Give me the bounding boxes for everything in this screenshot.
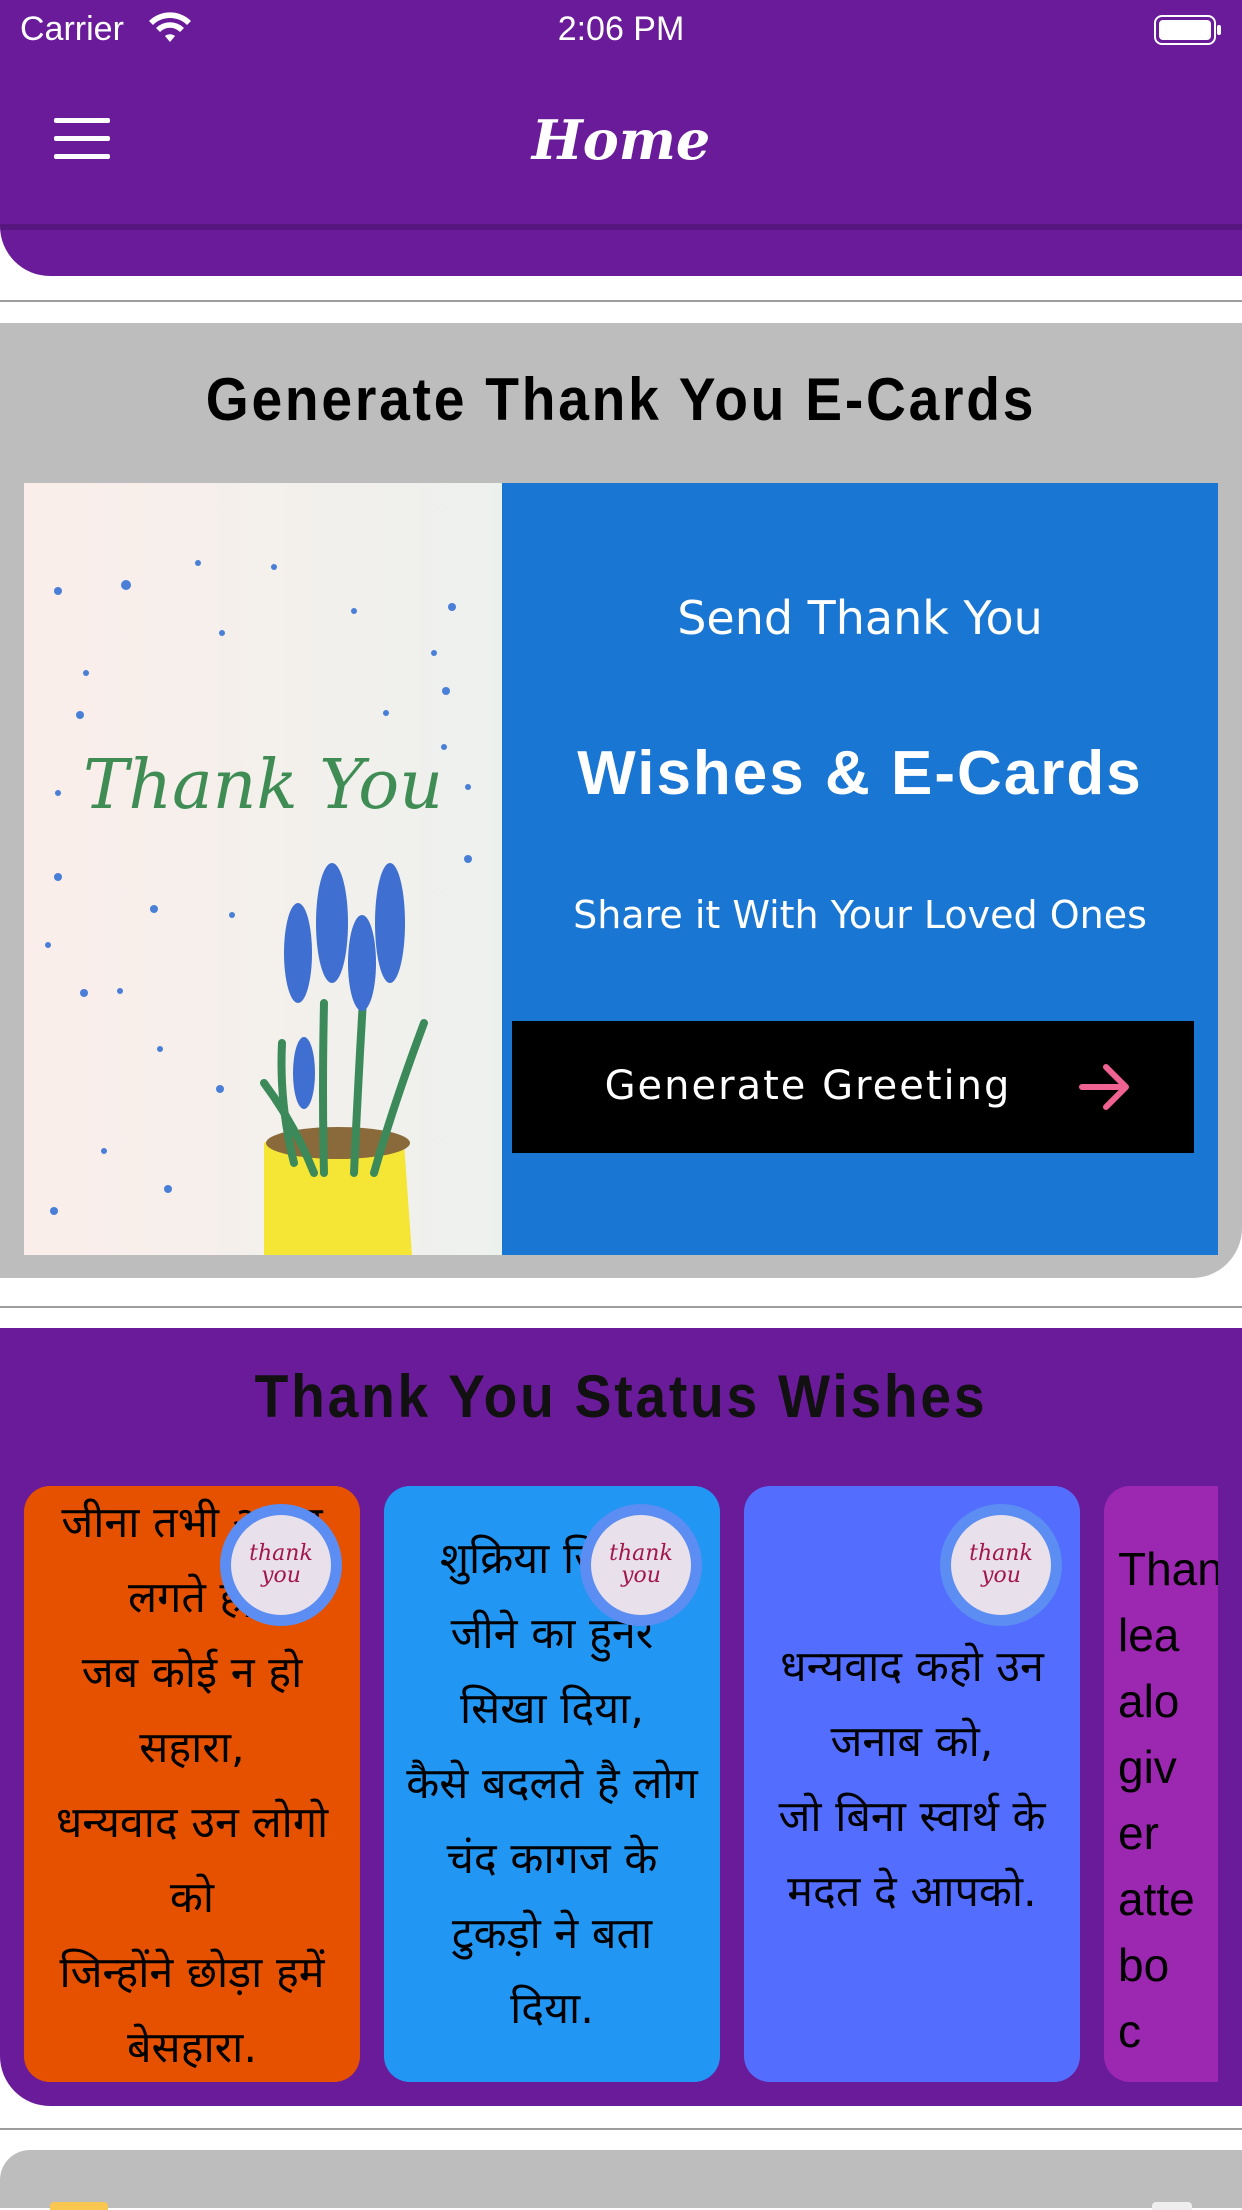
header-curve [0, 224, 1242, 276]
clock-time: 2:06 PM [557, 10, 685, 48]
arrow-right-icon [1079, 1064, 1129, 1110]
status-card[interactable]: शुक्रिया जिंदगी जीने का हुनर सिखा दिया, … [384, 1486, 720, 2082]
status-card-text: धन्यवाद कहो उन जनाब को, जो बिना स्वार्थ … [778, 1642, 1046, 1917]
thank-you-badge-icon: thank you [940, 1504, 1062, 1626]
promo-subtitle: Share it With Your Loved Ones [573, 893, 1147, 937]
promo-heading: Send Thank You [677, 591, 1043, 645]
status-card-text: Thank lea alo giv er atte bo c [1118, 1543, 1218, 2057]
status-wishes-heading: Thank You Status Wishes [254, 1363, 988, 1430]
status-wishes-section: Thank You Status Wishes जीना तभी अच्छा ल… [0, 1328, 1242, 2106]
next-section-panel [0, 2150, 1242, 2208]
page-title: Home [531, 108, 711, 172]
status-card[interactable]: धन्यवाद कहो उन जनाब को, जो बिना स्वार्थ … [744, 1486, 1080, 2082]
thank-you-card-image[interactable]: Thank You [24, 483, 502, 1255]
thank-you-script: Thank You [83, 746, 443, 825]
status-card[interactable]: जीना तभी अच्छा लगते है, जब कोई न हो सहार… [24, 1486, 360, 2082]
next-section-tab [50, 2202, 108, 2210]
generate-greeting-button[interactable]: Generate Greeting [512, 1021, 1194, 1153]
ecard-section-heading: Generate Thank You E-Cards [205, 366, 1037, 433]
section-divider [0, 2128, 1242, 2130]
status-bar: Carrier 2:06 PM [0, 0, 1242, 62]
header-shadow-line [0, 224, 1242, 230]
section-divider [0, 1306, 1242, 1308]
ecard-section: Generate Thank You E-Cards Thank You Sen… [0, 323, 1242, 1278]
generate-greeting-label: Generate Greeting [604, 1063, 1012, 1109]
section-divider [0, 300, 1242, 302]
thank-you-badge-icon: thank you [580, 1504, 702, 1626]
thank-you-badge-icon: thank you [220, 1504, 342, 1626]
app-header: Home [0, 62, 1242, 227]
next-section-tab [1152, 2202, 1192, 2210]
thank-you-illustration: Thank You [45, 560, 472, 1255]
status-cards-carousel[interactable]: जीना तभी अच्छा लगते है, जब कोई न हो सहार… [24, 1486, 1218, 2082]
battery-icon [1154, 15, 1221, 45]
status-card[interactable]: Thank lea alo giv er atte bo c [1104, 1486, 1218, 2082]
promo-title: Wishes & E-Cards [577, 739, 1143, 808]
ecard-promo-panel: Send Thank You Wishes & E-Cards Share it… [502, 483, 1218, 1255]
